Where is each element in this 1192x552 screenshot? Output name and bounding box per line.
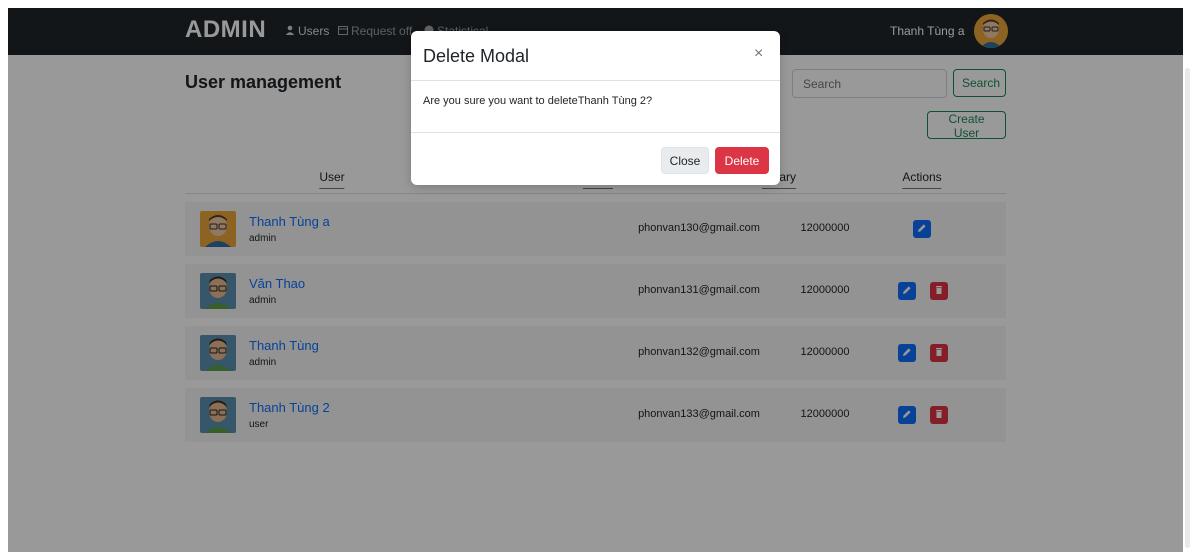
close-icon[interactable]: ×: [754, 45, 763, 63]
scrollbar-thumb[interactable]: [1185, 68, 1190, 548]
delete-modal: Delete Modal × Are you sure you want to …: [411, 31, 780, 185]
page-scrollbar[interactable]: [1183, 8, 1192, 552]
modal-footer: Close Delete: [411, 132, 780, 185]
modal-body-text: Are you sure you want to deleteThanh Tùn…: [423, 95, 653, 107]
confirm-delete-button[interactable]: Delete: [715, 147, 769, 174]
app-window: ADMIN Users Request off Statistical Than…: [8, 8, 1183, 552]
modal-header: Delete Modal ×: [411, 31, 780, 81]
modal-title: Delete Modal: [423, 46, 530, 66]
close-button[interactable]: Close: [661, 147, 709, 174]
